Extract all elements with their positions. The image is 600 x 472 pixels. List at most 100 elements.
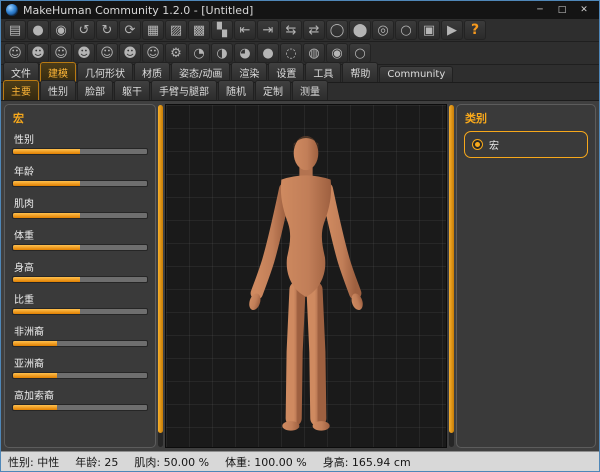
app-logo-icon bbox=[6, 4, 18, 16]
pose-reset-icon[interactable]: ○ bbox=[395, 20, 417, 40]
orb-target-icon[interactable]: ◉ bbox=[326, 43, 348, 63]
tab-帮助[interactable]: 帮助 bbox=[342, 62, 378, 82]
head-side-view-icon[interactable]: ☻ bbox=[27, 43, 49, 63]
status-field: 性别: 中性 bbox=[8, 454, 59, 470]
orb-half-icon[interactable]: ◑ bbox=[211, 43, 233, 63]
category-option-宏[interactable]: 宏 bbox=[472, 137, 580, 152]
rotate-view-icon[interactable]: ⟳ bbox=[119, 20, 141, 40]
slider-肌肉: 肌肉 bbox=[12, 195, 148, 219]
slider-label: 年龄 bbox=[14, 163, 148, 178]
face-shaded-icon[interactable]: ☻ bbox=[119, 43, 141, 63]
orb-ring-icon[interactable]: ◌ bbox=[280, 43, 302, 63]
slider-track[interactable] bbox=[12, 244, 148, 251]
checker-background-icon[interactable]: ▚ bbox=[211, 20, 233, 40]
slider-list: 性别年龄肌肉体重身高比重非洲裔亚洲裔高加索裔 bbox=[12, 131, 148, 411]
status-fields: 性别: 中性年龄: 25肌肉: 50.00 %体重: 100.00 %身高: 1… bbox=[8, 454, 411, 470]
slider-fill bbox=[13, 277, 80, 282]
macro-panel-title: 宏 bbox=[13, 110, 148, 126]
left-panel-scrollbar[interactable] bbox=[158, 105, 163, 447]
3d-viewport[interactable] bbox=[165, 104, 447, 448]
tab-测量[interactable]: 测量 bbox=[292, 80, 328, 100]
orb-dotted-icon[interactable]: ◍ bbox=[303, 43, 325, 63]
symmetry-right-icon[interactable]: ⇥ bbox=[257, 20, 279, 40]
category-group: 宏 bbox=[464, 131, 588, 158]
head-top-view-icon[interactable]: ☺ bbox=[50, 43, 72, 63]
face-texture-icon[interactable]: ☺ bbox=[96, 43, 118, 63]
right-scrollbar-thumb[interactable] bbox=[449, 105, 454, 433]
category-panel: 类别 宏 bbox=[456, 104, 596, 448]
grid-toggle-icon[interactable]: ▦ bbox=[142, 20, 164, 40]
sphere-smooth-icon[interactable]: ◉ bbox=[50, 20, 72, 40]
tab-姿态/动画[interactable]: 姿态/动画 bbox=[171, 62, 230, 82]
face-wire-icon[interactable]: ☺ bbox=[142, 43, 164, 63]
tab-定制[interactable]: 定制 bbox=[255, 80, 291, 100]
slider-track[interactable] bbox=[12, 308, 148, 315]
tab-文件[interactable]: 文件 bbox=[3, 62, 39, 82]
symmetry-sync-icon[interactable]: ⇆ bbox=[280, 20, 302, 40]
slider-比重: 比重 bbox=[12, 291, 148, 315]
video-capture-icon[interactable]: ▶ bbox=[441, 20, 463, 40]
orb-empty-icon[interactable]: ○ bbox=[349, 43, 371, 63]
slider-fill bbox=[13, 341, 57, 346]
slider-label: 比重 bbox=[14, 291, 148, 306]
slider-亚洲裔: 亚洲裔 bbox=[12, 355, 148, 379]
slider-年龄: 年龄 bbox=[12, 163, 148, 187]
body-solid-icon[interactable]: ⬤ bbox=[349, 20, 371, 40]
window-controls: ─ □ ✕ bbox=[530, 3, 594, 17]
slider-非洲裔: 非洲裔 bbox=[12, 323, 148, 347]
tab-脸部[interactable]: 脸部 bbox=[77, 80, 113, 100]
slider-track[interactable] bbox=[12, 148, 148, 155]
symmetry-left-icon[interactable]: ⇤ bbox=[234, 20, 256, 40]
body-smooth-icon[interactable]: ◯ bbox=[326, 20, 348, 40]
human-model[interactable] bbox=[173, 119, 438, 441]
radio-icon bbox=[472, 139, 483, 150]
redo-icon[interactable]: ↻ bbox=[96, 20, 118, 40]
slider-fill bbox=[13, 213, 80, 218]
mesh-toggle-icon[interactable]: ▩ bbox=[188, 20, 210, 40]
category-panel-title: 类别 bbox=[465, 110, 588, 126]
tab-渲染[interactable]: 渲染 bbox=[231, 62, 267, 82]
tab-Community[interactable]: Community bbox=[379, 66, 453, 82]
slider-track[interactable] bbox=[12, 276, 148, 283]
screenshot-camera-icon[interactable]: ▣ bbox=[418, 20, 440, 40]
help-icon[interactable]: ? bbox=[464, 20, 486, 40]
slider-fill bbox=[13, 405, 57, 410]
tab-随机[interactable]: 随机 bbox=[218, 80, 254, 100]
tab-躯干[interactable]: 躯干 bbox=[114, 80, 150, 100]
head-front-view-icon[interactable]: ☺ bbox=[4, 43, 26, 63]
left-scrollbar-thumb[interactable] bbox=[158, 105, 163, 433]
right-panel-scrollbar[interactable] bbox=[449, 105, 454, 447]
orb-three-quarter-icon[interactable]: ◕ bbox=[234, 43, 256, 63]
wireframe-toggle-icon[interactable]: ▨ bbox=[165, 20, 187, 40]
sphere-solid-icon[interactable]: ● bbox=[27, 20, 49, 40]
tab-手臂与腿部[interactable]: 手臂与腿部 bbox=[151, 80, 217, 100]
settings-gear-icon[interactable]: ⚙ bbox=[165, 43, 187, 63]
slider-track[interactable] bbox=[12, 212, 148, 219]
tab-建模[interactable]: 建模 bbox=[40, 62, 76, 82]
tab-主要[interactable]: 主要 bbox=[3, 80, 39, 100]
slider-label: 肌肉 bbox=[14, 195, 148, 210]
undo-icon[interactable]: ↺ bbox=[73, 20, 95, 40]
tab-材质[interactable]: 材质 bbox=[134, 62, 170, 82]
minimize-button[interactable]: ─ bbox=[530, 3, 550, 17]
close-button[interactable]: ✕ bbox=[574, 3, 594, 17]
status-field: 身高: 165.94 cm bbox=[323, 454, 411, 470]
slider-track[interactable] bbox=[12, 372, 148, 379]
head-back-view-icon[interactable]: ☻ bbox=[73, 43, 95, 63]
slider-track[interactable] bbox=[12, 404, 148, 411]
tab-设置[interactable]: 设置 bbox=[268, 62, 304, 82]
status-field: 体重: 100.00 % bbox=[225, 454, 307, 470]
tab-性别[interactable]: 性别 bbox=[40, 80, 76, 100]
tab-工具[interactable]: 工具 bbox=[305, 62, 341, 82]
tab-几何形状[interactable]: 几何形状 bbox=[77, 62, 133, 82]
slider-track[interactable] bbox=[12, 180, 148, 187]
status-field: 年龄: 25 bbox=[75, 454, 118, 470]
orb-quarter-icon[interactable]: ◔ bbox=[188, 43, 210, 63]
symmetry-mirror-icon[interactable]: ⇄ bbox=[303, 20, 325, 40]
slider-fill bbox=[13, 181, 80, 186]
new-file-icon[interactable]: ▤ bbox=[4, 20, 26, 40]
orb-full-icon[interactable]: ● bbox=[257, 43, 279, 63]
body-subdivide-icon[interactable]: ◎ bbox=[372, 20, 394, 40]
slider-track[interactable] bbox=[12, 340, 148, 347]
maximize-button[interactable]: □ bbox=[552, 3, 572, 17]
